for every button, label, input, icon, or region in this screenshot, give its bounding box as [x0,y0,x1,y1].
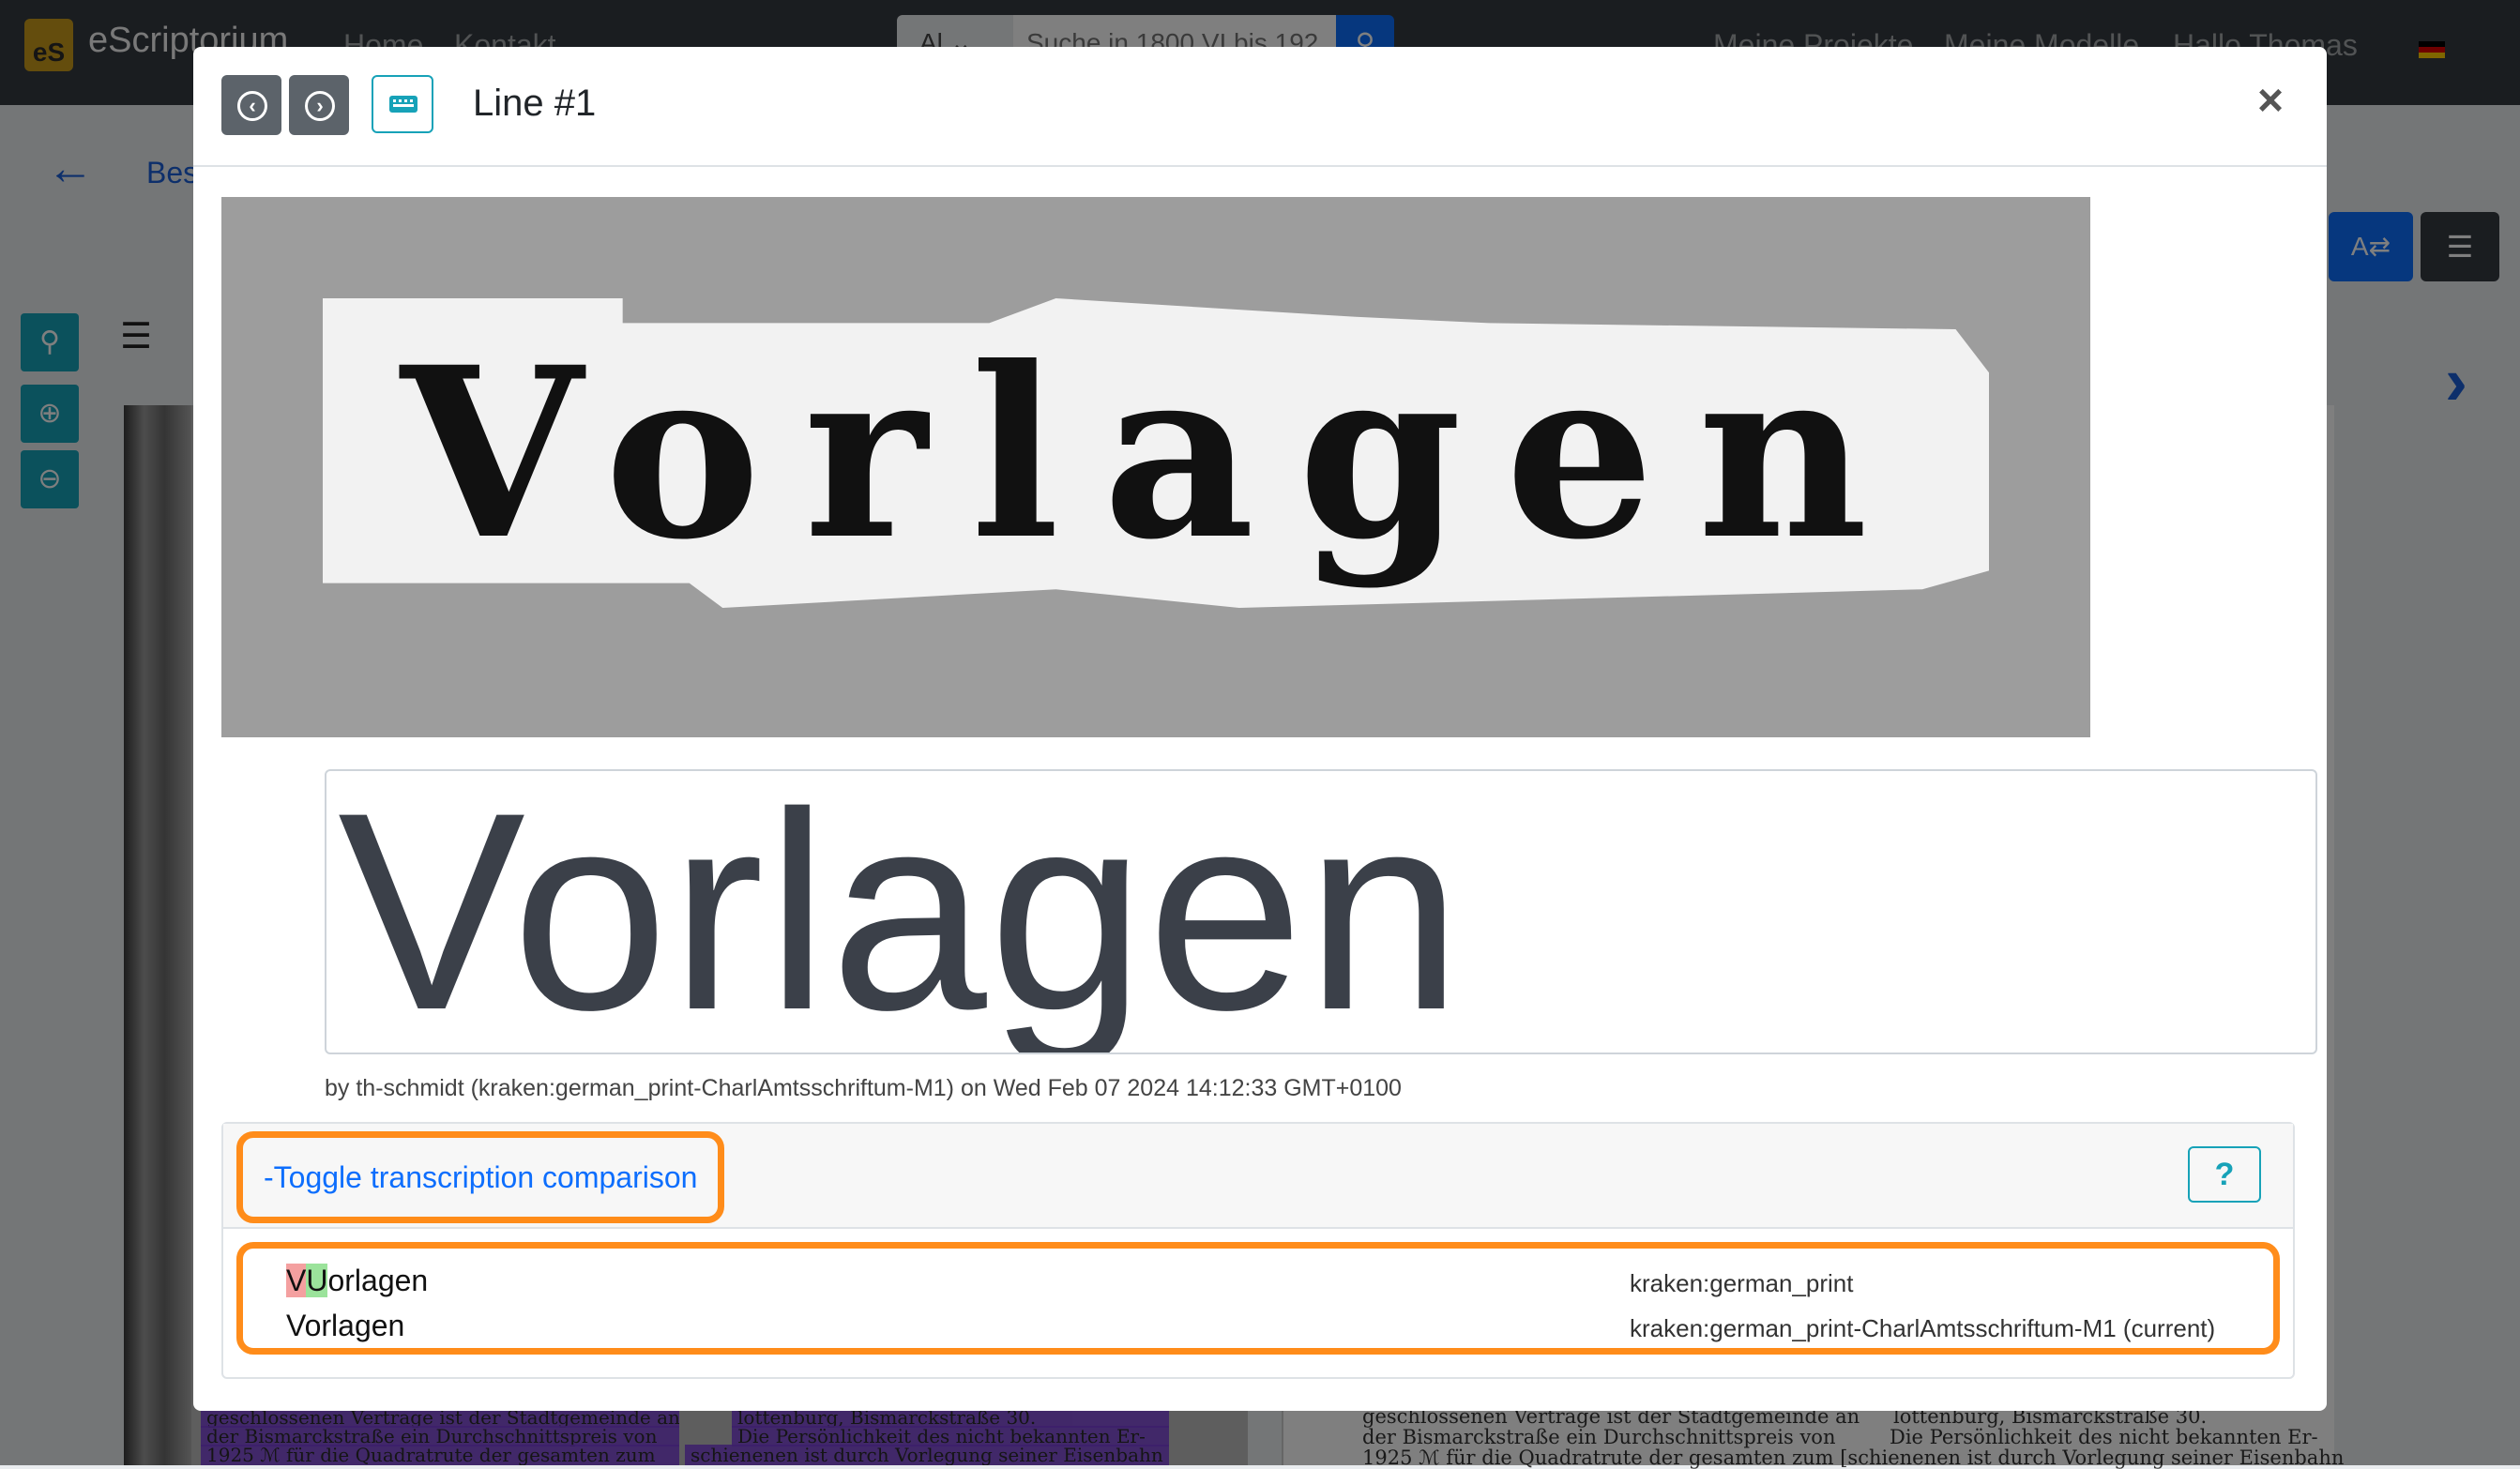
keyboard-icon [389,96,417,113]
virtual-keyboard-button[interactable] [372,75,433,133]
help-button[interactable]: ? [2188,1146,2261,1203]
transcription-value: Vorlagen [338,769,1465,1054]
line-image: Vorlagen [221,197,2090,737]
comparison-diff: VUorlagen [286,1264,428,1298]
comparison-model: kraken:german_print [1630,1269,1854,1297]
line-image-crop: Vorlagen [323,298,1989,608]
comparison-text: Vorlagen [286,1309,405,1342]
comparison-card: -Toggle transcription comparison ? VUorl… [221,1122,2295,1379]
modal-title: Line #1 [473,83,597,124]
modal-header: ‹ › Line #1 × [193,47,2327,167]
arrow-left-icon: ‹ [237,91,267,121]
transcription-meta: by th-schmidt (kraken:german_print-Charl… [325,1075,1402,1101]
arrow-right-icon: › [305,91,335,121]
transcription-input[interactable]: Vorlagen [325,769,2317,1054]
line-modal: ‹ › Line #1 × Vorlagen Vorlagen by th-sc… [193,47,2327,1411]
next-line-button[interactable]: › [289,75,349,135]
comparison-row: VUorlagen kraken:german_print [286,1264,2256,1305]
diff-inserted: U [306,1264,328,1297]
comparison-row: Vorlagen kraken:german_print-CharlAmtssc… [286,1309,2256,1350]
comparison-card-header: -Toggle transcription comparison ? [223,1124,2293,1229]
line-image-text: Vorlagen [400,315,1912,591]
close-icon[interactable]: × [2257,75,2284,127]
previous-line-button[interactable]: ‹ [221,75,281,135]
comparison-list: VUorlagen kraken:german_print Vorlagen k… [236,1242,2280,1355]
comparison-model: kraken:german_print-CharlAmtsschriftum-M… [1630,1314,2216,1342]
diff-deleted: V [286,1264,307,1297]
toggle-comparison-link[interactable]: -Toggle transcription comparison [236,1131,725,1223]
diff-rest: orlagen [327,1264,429,1297]
